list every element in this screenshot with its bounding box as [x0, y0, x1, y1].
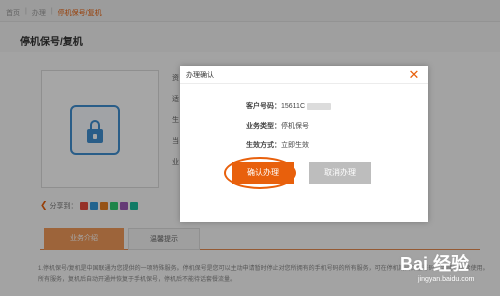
highlight-ring [224, 157, 296, 189]
customer-number-value: 15611C [281, 103, 306, 110]
close-icon[interactable]: ✕ [406, 67, 422, 83]
watermark-logo: Bai 经验 [400, 254, 470, 274]
customer-number-row: 客户号码：15611C [246, 101, 331, 111]
cancel-button[interactable]: 取消办理 [309, 162, 371, 184]
effect-mode-label: 生效方式： [246, 142, 281, 149]
customer-number-label: 客户号码： [246, 103, 281, 110]
redacted-number [306, 102, 331, 110]
effect-mode-value: 立即生效 [281, 142, 309, 149]
watermark-url: jingyan.baidu.com [418, 276, 475, 283]
dialog-header: 办理确认 ✕ [180, 66, 428, 84]
business-type-row: 业务类型：停机保号 [246, 121, 309, 131]
dialog-title: 办理确认 [186, 72, 214, 79]
business-type-value: 停机保号 [281, 123, 309, 130]
confirm-dialog: 办理确认 ✕ 客户号码：15611C 业务类型：停机保号 生效方式：立即生效 确… [180, 66, 428, 222]
business-type-label: 业务类型： [246, 123, 281, 130]
effect-mode-row: 生效方式：立即生效 [246, 140, 309, 150]
